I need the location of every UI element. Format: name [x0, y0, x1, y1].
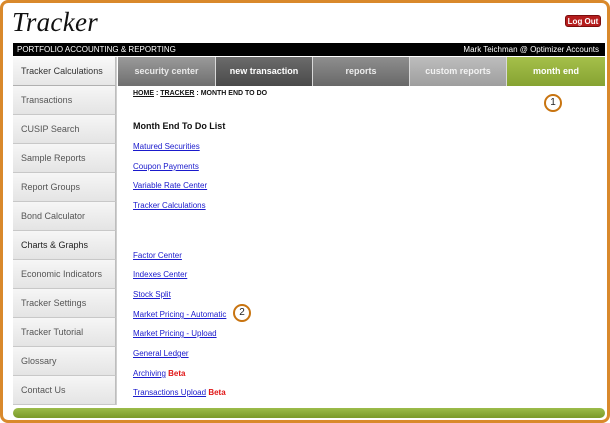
- tab-month-end[interactable]: month end: [506, 57, 605, 86]
- transactions-upload-row: Transactions Upload Beta: [133, 388, 226, 397]
- top-bar: PORTFOLIO ACCOUNTING & REPORTING Mark Te…: [13, 43, 605, 56]
- breadcrumb-tracker-link[interactable]: TRACKER: [160, 90, 194, 97]
- tracker-logo: Tracker: [12, 7, 99, 37]
- link-transactions-upload[interactable]: Transactions Upload: [133, 388, 206, 397]
- beta-badge: Beta: [168, 369, 186, 378]
- sidebar-item-cusip-search[interactable]: CUSIP Search: [13, 115, 116, 144]
- sidebar-item-report-groups[interactable]: Report Groups: [13, 173, 116, 202]
- page-title: Month End To Do List: [133, 121, 226, 131]
- tab-reports[interactable]: reports: [312, 57, 409, 86]
- link-variable-rate-center[interactable]: Variable Rate Center: [133, 181, 207, 190]
- sidebar-item-sample-reports[interactable]: Sample Reports: [13, 144, 116, 173]
- sidebar: Tracker Calculations Transactions CUSIP …: [13, 57, 117, 405]
- user-account: Mark Teichman @ Optimizer Accounts: [463, 45, 599, 54]
- link-factor-center[interactable]: Factor Center: [133, 251, 182, 260]
- footer-bar: [13, 408, 605, 418]
- sidebar-item-transactions[interactable]: Transactions: [13, 86, 116, 115]
- tab-security-center[interactable]: security center: [118, 57, 215, 86]
- callout-marker-2: 2: [233, 304, 251, 322]
- sidebar-item-charts-graphs[interactable]: Charts & Graphs: [13, 231, 116, 260]
- link-tracker-calculations[interactable]: Tracker Calculations: [133, 201, 206, 210]
- tab-new-transaction[interactable]: new transaction: [215, 57, 312, 86]
- beta-badge: Beta: [208, 388, 226, 397]
- link-general-ledger[interactable]: General Ledger: [133, 349, 189, 358]
- link-stock-split[interactable]: Stock Split: [133, 290, 171, 299]
- sidebar-item-contact-us[interactable]: Contact Us: [13, 376, 116, 405]
- breadcrumb-current: MONTH END TO DO: [200, 90, 268, 97]
- sidebar-item-bond-calculator[interactable]: Bond Calculator: [13, 202, 116, 231]
- app-frame: Tracker Log Out PORTFOLIO ACCOUNTING & R…: [0, 0, 610, 423]
- sidebar-item-tracker-settings[interactable]: Tracker Settings: [13, 289, 116, 318]
- main-tabs: security center new transaction reports …: [118, 57, 605, 86]
- app-subtitle: PORTFOLIO ACCOUNTING & REPORTING: [17, 45, 176, 54]
- sidebar-item-tracker-tutorial[interactable]: Tracker Tutorial: [13, 318, 116, 347]
- link-indexes-center[interactable]: Indexes Center: [133, 270, 187, 279]
- tab-custom-reports[interactable]: custom reports: [409, 57, 506, 86]
- link-market-pricing-upload[interactable]: Market Pricing - Upload: [133, 329, 217, 338]
- link-archiving[interactable]: Archiving: [133, 369, 166, 378]
- logout-button[interactable]: Log Out: [565, 15, 601, 27]
- archiving-row: Archiving Beta: [133, 369, 185, 378]
- link-coupon-payments[interactable]: Coupon Payments: [133, 162, 199, 171]
- callout-marker-1: 1: [544, 94, 562, 112]
- sidebar-item-tracker-calculations[interactable]: Tracker Calculations: [13, 57, 116, 86]
- link-matured-securities[interactable]: Matured Securities: [133, 142, 200, 151]
- sidebar-item-glossary[interactable]: Glossary: [13, 347, 116, 376]
- breadcrumb-home-link[interactable]: HOME: [133, 90, 154, 97]
- breadcrumb: HOME : TRACKER : MONTH END TO DO: [133, 90, 603, 97]
- sidebar-item-economic-indicators[interactable]: Economic Indicators: [13, 260, 116, 289]
- link-market-pricing-automatic[interactable]: Market Pricing - Automatic: [133, 310, 226, 319]
